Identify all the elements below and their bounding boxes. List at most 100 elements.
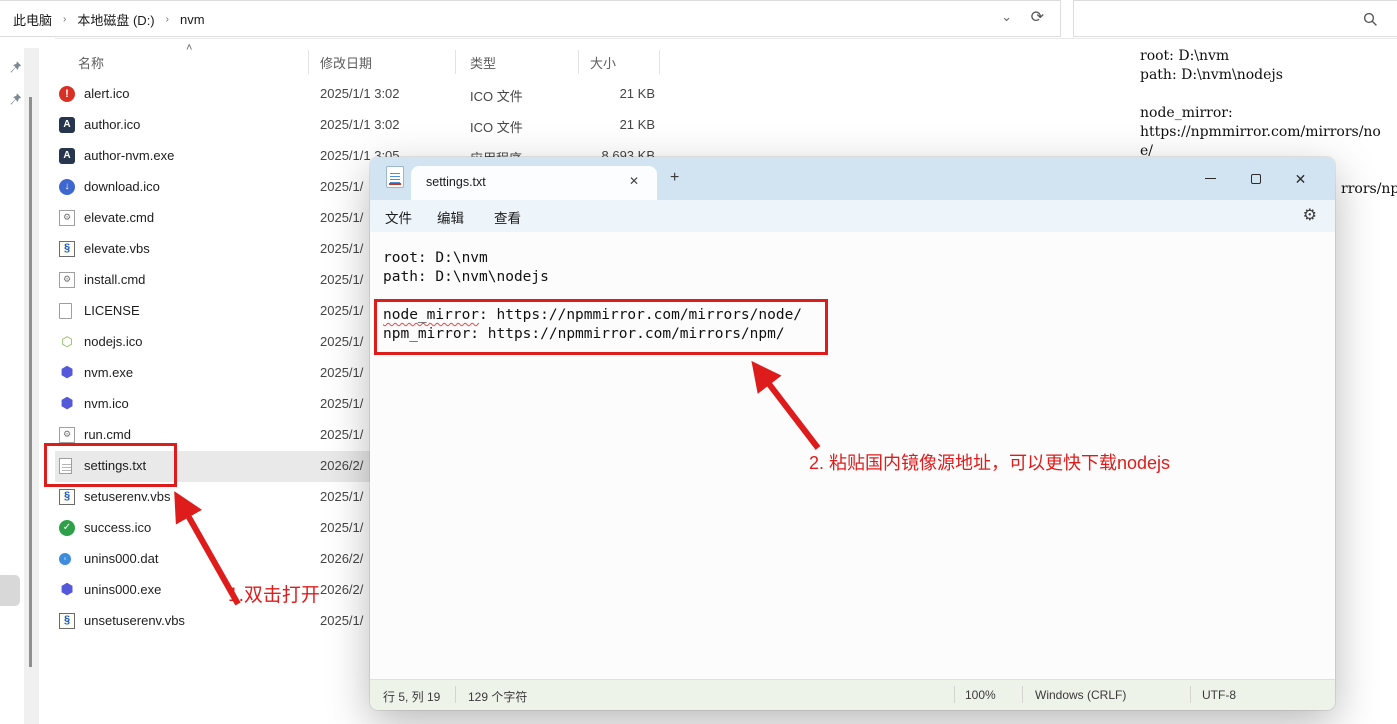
file-date: 2025/1/1 3:02 <box>320 117 400 132</box>
txt-icon <box>59 458 72 474</box>
window-controls: ✕ <box>1188 157 1323 200</box>
file-date: 2026/2/ <box>320 458 363 473</box>
vbs-icon: § <box>59 489 75 505</box>
close-icon: ✕ <box>1295 172 1307 186</box>
file-date: 2025/1/ <box>320 489 363 504</box>
background-text-line: path: D:\nvm\nodejs <box>1140 67 1283 83</box>
editor-line: npm_mirror: https://npmmirror.com/mirror… <box>383 325 785 344</box>
breadcrumb-item[interactable]: nvm <box>178 10 207 29</box>
cmd-icon: ⚙ <box>59 272 75 288</box>
notepad-menu-bar: ⚙ 文件 编辑 查看 <box>370 200 1335 232</box>
file-date: 2025/1/ <box>320 396 363 411</box>
close-button[interactable]: ✕ <box>1278 157 1323 200</box>
annotation-step2: 2. 粘贴国内镜像源地址，可以更快下载nodejs <box>809 449 1170 475</box>
file-date: 2025/1/ <box>320 520 363 535</box>
column-divider[interactable] <box>578 50 579 74</box>
menu-item-0[interactable]: 文件 <box>385 207 412 227</box>
file-date: 2025/1/ <box>320 334 363 349</box>
file-row[interactable]: !alert.ico2025/1/1 3:02ICO 文件21 KB <box>0 79 662 110</box>
editor-line: path: D:\nvm\nodejs <box>383 268 549 287</box>
status-divider <box>455 686 456 703</box>
status-divider <box>954 686 955 703</box>
file-name: setuserenv.vbs <box>84 489 170 504</box>
file-date: 2025/1/ <box>320 241 363 256</box>
file-name: elevate.cmd <box>84 210 154 225</box>
file-name: settings.txt <box>84 458 146 473</box>
editor-line: node_mirror: https://npmmirror.com/mirro… <box>383 306 802 325</box>
search-box[interactable] <box>1073 0 1397 37</box>
file-type: ICO 文件 <box>470 117 523 136</box>
maximize-icon <box>1251 174 1261 184</box>
explorer-window: 此电脑 › 本地磁盘 (D:) › nvm ⌄ ⟳ ˄ 名称 修改日期 类型 大小 <box>0 0 1397 724</box>
file-date: 2025/1/ <box>320 272 363 287</box>
menu-item-1[interactable]: 编辑 <box>437 207 464 227</box>
notepad-status-bar: 行 5, 列 19 129 个字符 100% Windows (CRLF) UT… <box>370 679 1335 710</box>
file-name: run.cmd <box>84 427 131 442</box>
column-header-size[interactable]: 大小 <box>590 53 616 72</box>
notepad-window: settings.txt ✕ + ✕ ⚙ 文件编辑查看 root: D:\nvm… <box>370 157 1335 710</box>
column-divider[interactable] <box>308 50 309 74</box>
explorer-top-bar: 此电脑 › 本地磁盘 (D:) › nvm ⌄ ⟳ <box>0 0 1397 39</box>
cmd-icon: ⚙ <box>59 210 75 226</box>
minimize-button[interactable] <box>1188 157 1233 200</box>
file-date: 2026/2/ <box>320 582 363 597</box>
status-zoom-level[interactable]: 100% <box>965 688 996 702</box>
column-divider[interactable] <box>659 50 660 74</box>
alert-icon: ! <box>59 86 75 102</box>
file-date: 2025/1/ <box>320 365 363 380</box>
maximize-button[interactable] <box>1233 157 1278 200</box>
breadcrumb-item[interactable]: 此电脑 <box>11 8 54 31</box>
chevron-down-icon[interactable]: ⌄ <box>1001 10 1012 23</box>
vbs-icon: § <box>59 613 75 629</box>
breadcrumb-separator: › <box>166 14 169 25</box>
address-bar[interactable]: 此电脑 › 本地磁盘 (D:) › nvm ⌄ ⟳ <box>0 0 1061 37</box>
background-text-line: root: D:\nvm <box>1140 48 1229 64</box>
file-name: nodejs.ico <box>84 334 143 349</box>
nodejs-icon: ⬡ <box>59 334 75 350</box>
file-name: nvm.exe <box>84 365 133 380</box>
file-date: 2025/1/1 3:02 <box>320 86 400 101</box>
tab-settings-txt[interactable]: settings.txt ✕ <box>411 166 657 200</box>
status-encoding[interactable]: UTF-8 <box>1202 688 1236 702</box>
column-divider[interactable] <box>455 50 456 74</box>
tab-title: settings.txt <box>426 175 486 189</box>
nvm-icon: ⬢ <box>59 396 75 412</box>
refresh-icon[interactable]: ⟳ <box>1031 8 1044 28</box>
download-icon: ↓ <box>59 179 75 195</box>
gear-icon[interactable]: ⚙ <box>1303 205 1317 225</box>
notepad-title-bar[interactable]: settings.txt ✕ + ✕ <box>370 157 1335 200</box>
status-line-endings[interactable]: Windows (CRLF) <box>1035 688 1126 702</box>
column-header-date[interactable]: 修改日期 <box>320 53 372 72</box>
file-name: success.ico <box>84 520 151 535</box>
sort-ascending-icon: ˄ <box>186 42 192 54</box>
column-header-row: ˄ 名称 修改日期 类型 大小 <box>0 48 680 76</box>
breadcrumb-separator: › <box>63 14 66 25</box>
status-divider <box>1190 686 1191 703</box>
new-tab-button[interactable]: + <box>670 170 679 186</box>
file-name: author.ico <box>84 117 140 132</box>
file-date: 2025/1/ <box>320 427 363 442</box>
column-header-type[interactable]: 类型 <box>470 53 496 72</box>
misspelled-word: node_mirror <box>383 307 479 323</box>
file-date: 2025/1/ <box>320 210 363 225</box>
author-icon: A <box>59 117 75 133</box>
file-row[interactable]: Aauthor.ico2025/1/1 3:02ICO 文件21 KB <box>0 110 662 141</box>
vbs-icon: § <box>59 241 75 257</box>
file-date: 2025/1/ <box>320 613 363 628</box>
file-name: install.cmd <box>84 272 145 287</box>
tab-close-icon[interactable]: ✕ <box>629 174 639 188</box>
background-text-line: https://npmmirror.com/mirrors/no <box>1140 124 1381 140</box>
cmd-icon: ⚙ <box>59 427 75 443</box>
success-icon: ✓ <box>59 520 75 536</box>
background-text-partial: rrors/np <box>1341 181 1397 197</box>
breadcrumb-item[interactable]: 本地磁盘 (D:) <box>75 8 156 31</box>
file-name: elevate.vbs <box>84 241 150 256</box>
annotation-step1: 1.双击打开 <box>228 580 320 607</box>
file-name: unins000.dat <box>84 551 158 566</box>
column-header-name[interactable]: 名称 <box>78 53 104 72</box>
search-icon <box>1363 12 1378 27</box>
notepad-app-icon <box>386 166 404 188</box>
breadcrumb: 此电脑 › 本地磁盘 (D:) › nvm <box>11 1 207 37</box>
menu-item-2[interactable]: 查看 <box>494 207 521 227</box>
file-icon <box>59 303 72 319</box>
